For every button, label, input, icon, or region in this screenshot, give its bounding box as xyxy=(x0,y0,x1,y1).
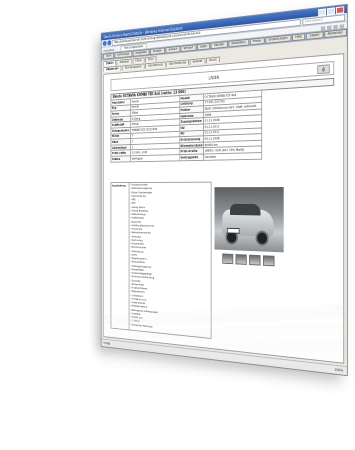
equipment-label: Ausstattung xyxy=(111,183,126,188)
thumbnail[interactable] xyxy=(262,255,275,267)
field-value: Garantie xyxy=(203,152,262,160)
vehicle-photo[interactable] xyxy=(214,187,284,253)
tab-tabs_row2[interactable]: Ausstattung xyxy=(145,61,166,69)
print-button[interactable]: ⎙ xyxy=(317,64,330,75)
photo-thumbnails xyxy=(222,253,277,267)
forward-icon[interactable] xyxy=(107,40,112,46)
tab-tabs_row2[interactable]: Allgemein xyxy=(103,65,122,73)
screenshot-reflection: Skoda Octavia Kombi Details - Windows In… xyxy=(100,301,348,374)
thumbnail[interactable] xyxy=(249,254,261,266)
close-button[interactable] xyxy=(336,5,345,14)
printer-icon: ⎙ xyxy=(322,66,325,72)
car-window-shape xyxy=(230,203,261,216)
minimize-button[interactable] xyxy=(318,7,327,16)
load-label: LADEN xyxy=(208,74,220,80)
menu-item[interactable]: Hilfe xyxy=(291,33,306,42)
tab-tabs_row2[interactable]: Kontakt xyxy=(189,57,206,65)
license-plate xyxy=(226,227,240,234)
maximize-button[interactable] xyxy=(327,6,336,15)
back-icon[interactable] xyxy=(102,40,107,47)
tab-tabs_row2[interactable]: Fahrzeugdaten xyxy=(122,63,145,71)
field-label: Status xyxy=(110,155,131,162)
stage: Skoda Octavia Kombi Details - Windows In… xyxy=(0,0,355,450)
menu-item[interactable]: Lager xyxy=(196,42,211,51)
field-value: Verfügbar xyxy=(130,154,180,162)
tab-tabs_row2[interactable]: Druck xyxy=(206,56,220,64)
field-label: Vertragsinfo xyxy=(179,153,204,161)
vehicle-data-table: Hersteller Skoda Modell OCTAVIA KOMBI TDI 4… xyxy=(110,90,262,163)
thumbnail[interactable] xyxy=(222,253,234,265)
thumbnail[interactable] xyxy=(235,254,247,265)
wheel-rear xyxy=(255,230,269,247)
tab-tabs_row2[interactable]: Beschreibung xyxy=(166,59,189,67)
menu-item[interactable]: Start xyxy=(103,52,115,60)
